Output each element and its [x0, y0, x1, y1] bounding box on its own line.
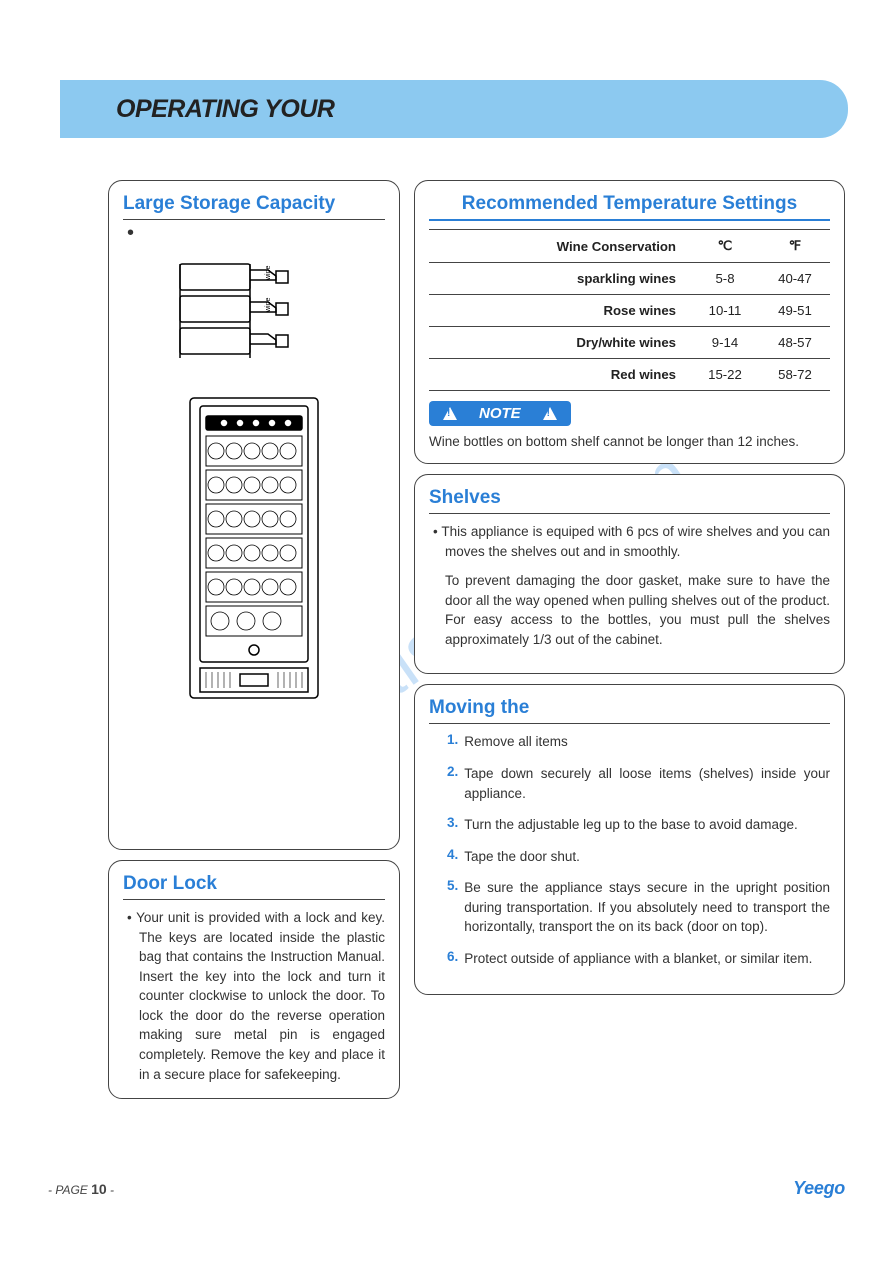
- note-text: Wine bottles on bottom shelf cannot be l…: [429, 434, 830, 449]
- page-footer: - PAGE 10 - Yeego: [48, 1178, 845, 1199]
- moving-list: 1. Remove all items 2. Tape down securel…: [429, 732, 830, 968]
- list-item: 6. Protect outside of appliance with a b…: [447, 949, 830, 969]
- left-column: Large Storage Capacity • wine wine: [108, 180, 400, 1099]
- list-item: 1. Remove all items: [447, 732, 830, 752]
- table-row: Rose wines 10-11 49-51: [429, 295, 830, 327]
- item-text: Tape the door shut.: [464, 847, 580, 867]
- header-celsius: ℃: [690, 230, 760, 263]
- item-text: Remove all items: [464, 732, 568, 752]
- shelves-panel: Shelves This appliance is equiped with 6…: [414, 474, 845, 674]
- fahrenheit-value: 48-57: [760, 327, 830, 359]
- right-column: Recommended Temperature Settings Wine Co…: [414, 180, 845, 1099]
- wine-name: Rose wines: [429, 295, 690, 327]
- wine-bottles-diagram: wine wine: [174, 258, 334, 378]
- bullet-marker: •: [123, 228, 385, 238]
- wine-name: sparkling wines: [429, 263, 690, 295]
- doorlock-panel: Door Lock Your unit is provided with a l…: [108, 860, 400, 1099]
- header-wine: Wine Conservation: [429, 230, 690, 263]
- list-item: 2. Tape down securely all loose items (s…: [447, 764, 830, 803]
- item-text: Tape down securely all loose items (shel…: [464, 764, 830, 803]
- capacity-title: Large Storage Capacity: [123, 193, 385, 220]
- item-number: 5.: [447, 878, 458, 937]
- item-text: Turn the adjustable leg up to the base t…: [464, 815, 797, 835]
- content-area: Large Storage Capacity • wine wine: [108, 180, 845, 1099]
- wine-cooler-diagram: [186, 396, 322, 706]
- item-number: 4.: [447, 847, 458, 867]
- temperature-panel: Recommended Temperature Settings Wine Co…: [414, 180, 845, 464]
- item-text: Protect outside of appliance with a blan…: [464, 949, 812, 969]
- temperature-title: Recommended Temperature Settings: [429, 193, 830, 221]
- list-item: 4. Tape the door shut.: [447, 847, 830, 867]
- fahrenheit-value: 40-47: [760, 263, 830, 295]
- temperature-table: Wine Conservation ℃ ℉ sparkling wines 5-…: [429, 229, 830, 391]
- list-item: 5. Be sure the appliance stays secure in…: [447, 878, 830, 937]
- capacity-panel: Large Storage Capacity • wine wine: [108, 180, 400, 850]
- celsius-value: 5-8: [690, 263, 760, 295]
- doorlock-text: Your unit is provided with a lock and ke…: [123, 908, 385, 1084]
- section-title: OPERATING YOUR: [116, 95, 335, 124]
- wine-name: Dry/white wines: [429, 327, 690, 359]
- moving-title: Moving the: [429, 697, 830, 724]
- shelves-p2: To prevent damaging the door gasket, mak…: [429, 571, 830, 649]
- celsius-value: 9-14: [690, 327, 760, 359]
- celsius-value: 10-11: [690, 295, 760, 327]
- item-number: 2.: [447, 764, 458, 803]
- svg-text:wine: wine: [265, 265, 272, 281]
- shelves-p1: This appliance is equiped with 6 pcs of …: [429, 522, 830, 561]
- moving-panel: Moving the 1. Remove all items 2. Tape d…: [414, 684, 845, 995]
- warning-icon: [443, 407, 457, 420]
- page-number: 10: [91, 1181, 107, 1197]
- page-number-label: - PAGE 10 -: [48, 1181, 114, 1197]
- table-header-row: Wine Conservation ℃ ℉: [429, 230, 830, 263]
- warning-icon: [543, 407, 557, 420]
- table-row: Red wines 15-22 58-72: [429, 359, 830, 391]
- item-number: 1.: [447, 732, 458, 752]
- doorlock-title: Door Lock: [123, 873, 385, 900]
- svg-text:wine: wine: [265, 297, 272, 313]
- item-number: 6.: [447, 949, 458, 969]
- page-prefix: - PAGE: [48, 1183, 91, 1197]
- wine-name: Red wines: [429, 359, 690, 391]
- capacity-images: wine wine: [123, 238, 385, 716]
- page-suffix: -: [107, 1183, 114, 1197]
- section-header: OPERATING YOUR: [60, 80, 848, 138]
- brand-logo: Yeego: [793, 1178, 845, 1199]
- fahrenheit-value: 58-72: [760, 359, 830, 391]
- list-item: 3. Turn the adjustable leg up to the bas…: [447, 815, 830, 835]
- fahrenheit-value: 49-51: [760, 295, 830, 327]
- header-fahrenheit: ℉: [760, 230, 830, 263]
- note-badge: NOTE: [429, 401, 571, 426]
- item-text: Be sure the appliance stays secure in th…: [464, 878, 830, 937]
- note-label: NOTE: [479, 405, 521, 422]
- shelves-title: Shelves: [429, 487, 830, 514]
- shelves-body: This appliance is equiped with 6 pcs of …: [429, 522, 830, 649]
- table-row: Dry/white wines 9-14 48-57: [429, 327, 830, 359]
- celsius-value: 15-22: [690, 359, 760, 391]
- item-number: 3.: [447, 815, 458, 835]
- table-row: sparkling wines 5-8 40-47: [429, 263, 830, 295]
